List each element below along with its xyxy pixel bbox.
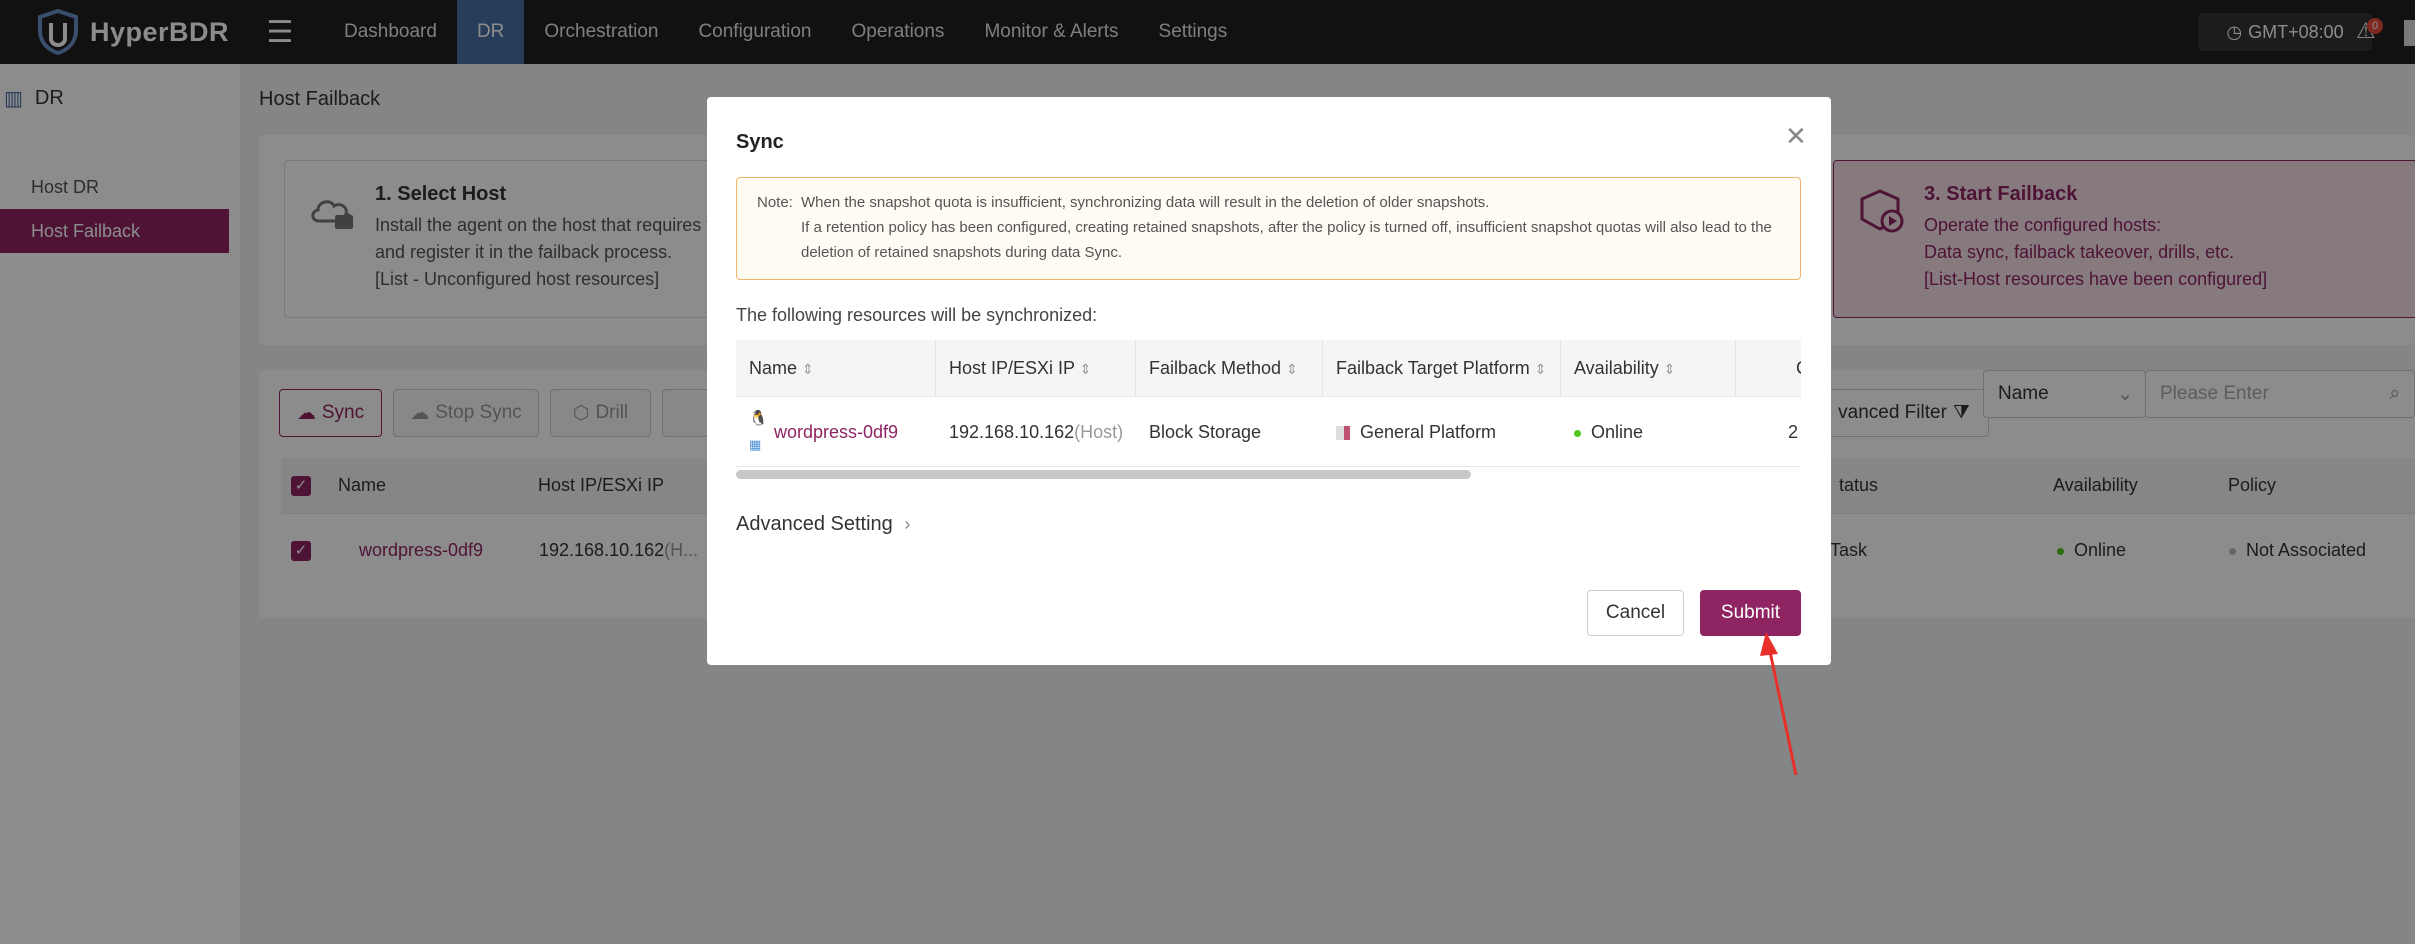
resources-table-header: Name ⇕ Host IP/ESXi IP ⇕ Failback Method… — [736, 340, 1801, 397]
sort-icon: ⇕ — [802, 361, 814, 377]
sync-dialog: Sync ✕ Note: When the snapshot quota is … — [707, 97, 1831, 665]
resource-target-platform: General Platform — [1336, 397, 1496, 467]
sort-icon: ⇕ — [1286, 361, 1298, 377]
resource-host-name[interactable]: wordpress-0df9 — [774, 397, 898, 467]
resource-host-ip-suffix: (Host) — [1074, 422, 1124, 442]
online-dot-icon — [1574, 429, 1581, 437]
resource-availability: Online — [1574, 397, 1643, 467]
col-target-platform[interactable]: Failback Target Platform ⇕ — [1323, 340, 1561, 397]
sort-icon: ⇕ — [1534, 361, 1547, 377]
col-failback-method[interactable]: Failback Method ⇕ — [1136, 340, 1323, 397]
advanced-setting-label: Advanced Setting — [736, 513, 893, 535]
resources-title: The following resources will be synchron… — [736, 305, 1098, 325]
chevron-right-icon: › — [904, 514, 911, 534]
col-failback-method-label: Failback Method — [1149, 358, 1282, 378]
note-line: When the snapshot quota is insufficient,… — [801, 194, 1490, 211]
advanced-setting-toggle[interactable]: Advanced Setting › — [736, 513, 910, 536]
col-ip-label: Host IP/ESXi IP — [949, 358, 1075, 378]
resource-failback-method: Block Storage — [1149, 422, 1262, 442]
snapshot-warning-note: Note: When the snapshot quota is insuffi… — [736, 177, 1801, 280]
linux-icon: 🐧 — [749, 410, 768, 427]
col-availability[interactable]: Availability ⇕ — [1561, 340, 1736, 397]
note-line: If a retention policy has been configure… — [801, 219, 1772, 236]
note-line: deletion of retained snapshots during da… — [801, 244, 1123, 261]
resource-host-ip: 192.168.10.162(Host) — [949, 397, 1123, 467]
agent-icon: ▦ — [749, 437, 762, 452]
col-name[interactable]: Name ⇕ — [736, 340, 936, 397]
annotation-arrow-icon — [1760, 632, 1798, 776]
col-availability-label: Availability — [1574, 358, 1659, 378]
scrollbar-thumb[interactable] — [736, 470, 1471, 479]
note-label: Note: — [757, 194, 793, 211]
col-name-label: Name — [749, 358, 798, 378]
resource-availability-label: Online — [1591, 422, 1644, 442]
resource-extra: 2 — [1788, 422, 1799, 442]
dialog-title: Sync — [736, 131, 784, 153]
close-icon[interactable]: ✕ — [1785, 121, 1807, 152]
col-truncated[interactable]: C — [1736, 340, 1801, 397]
resources-table: Name ⇕ Host IP/ESXi IP ⇕ Failback Method… — [736, 340, 1801, 480]
horizontal-scrollbar[interactable] — [736, 467, 1801, 480]
resource-row: 🐧 ▦ wordpress-0df9 192.168.10.162(Host) … — [736, 397, 1801, 467]
resource-target-platform-label: General Platform — [1360, 422, 1497, 442]
platform-icon — [1336, 426, 1350, 441]
sort-icon: ⇕ — [1079, 361, 1092, 377]
col-target-platform-label: Failback Target Platform — [1336, 358, 1530, 378]
resource-host-ip-value: 192.168.10.162 — [949, 422, 1075, 442]
sort-icon: ⇕ — [1663, 361, 1676, 377]
col-ip[interactable]: Host IP/ESXi IP ⇕ — [936, 340, 1136, 397]
cancel-button[interactable]: Cancel — [1587, 590, 1684, 636]
